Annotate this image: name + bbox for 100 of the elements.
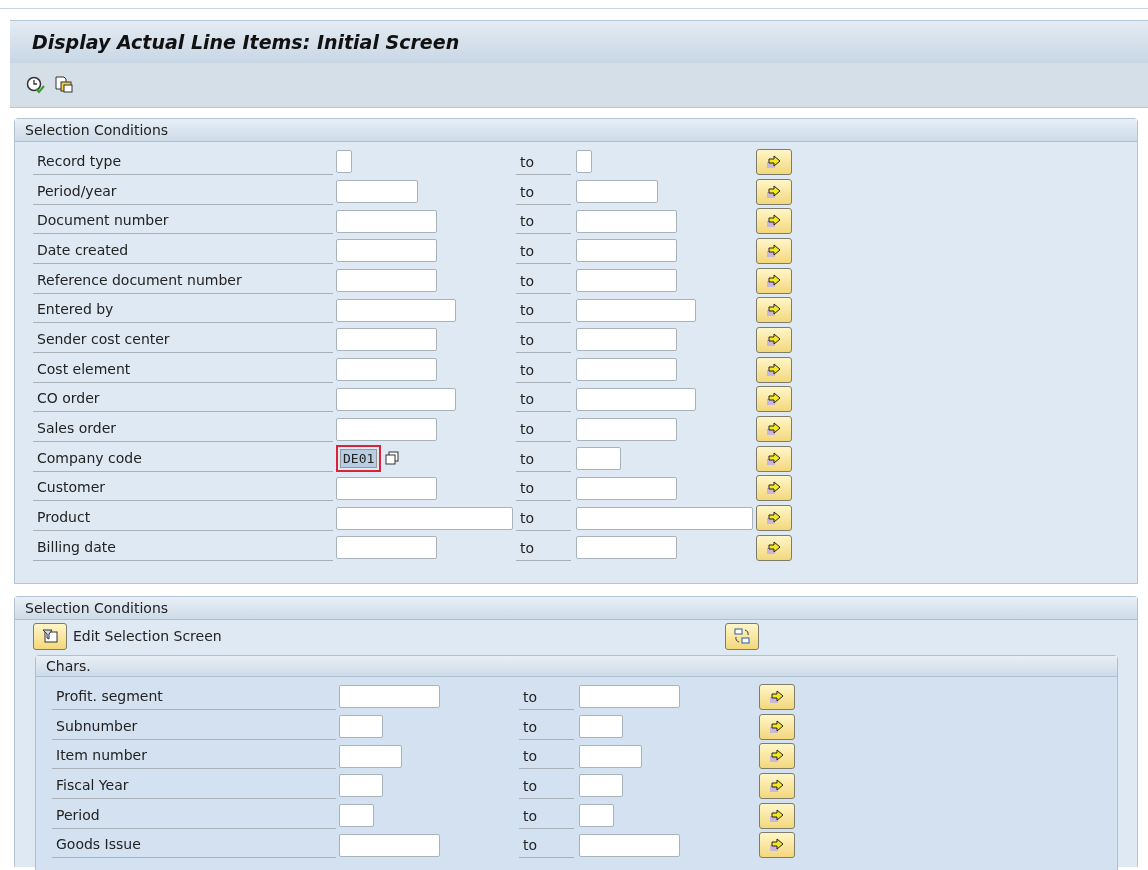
input-field[interactable] [336,239,437,263]
field-label: Period [52,802,336,829]
multiple-selection-button[interactable] [756,475,792,502]
multiple-selection-button[interactable] [756,208,792,235]
input-field[interactable] [576,447,621,471]
multiple-selection-button[interactable] [756,416,792,443]
to-label: to [516,208,571,235]
field-label: CO order [33,386,333,413]
arrow-icon [769,778,785,793]
input-field[interactable] [339,744,402,768]
input-field[interactable] [339,685,440,709]
input-field[interactable] [576,298,696,322]
documents-icon[interactable] [54,76,74,94]
to-label: to [516,237,571,264]
input-field[interactable] [336,180,418,204]
field-label: Customer [33,475,333,502]
multiple-selection-button[interactable] [756,237,792,264]
input-field[interactable] [576,536,677,560]
input-field[interactable] [336,358,437,382]
input-field[interactable] [336,269,437,293]
multiple-selection-button[interactable] [756,445,792,472]
input-field[interactable] [579,833,680,857]
multiple-selection-button[interactable] [759,832,795,859]
multiple-selection-button[interactable] [756,534,792,561]
to-label: to [519,832,574,859]
arrow-icon [766,481,782,496]
input-field[interactable] [576,417,677,441]
field-label: Subnumber [52,713,336,740]
input-field[interactable] [336,209,437,233]
input-field[interactable] [339,833,440,857]
input-field[interactable] [576,180,658,204]
input-field[interactable] [336,506,513,530]
multiple-selection-button[interactable] [759,683,795,710]
field-label: Document number [33,208,333,235]
toggle-layout-button[interactable] [725,622,759,650]
input-field[interactable] [576,476,677,500]
input-field[interactable] [579,804,614,828]
arrow-icon [766,184,782,199]
input-field[interactable] [576,209,677,233]
clock-check-icon[interactable] [26,76,46,94]
input-field[interactable] [336,328,437,352]
multiple-selection-button[interactable] [759,802,795,829]
input-field[interactable] [576,150,592,174]
input-field[interactable] [339,804,374,828]
arrow-icon [766,422,782,437]
multiple-selection-button[interactable] [759,713,795,740]
window-title: Display Actual Line Items: Initial Screen [32,31,460,53]
multiple-selection-button[interactable] [756,297,792,324]
field-label: Sender cost center [33,326,333,353]
edit-label: Edit Selection Screen [73,628,223,644]
field-label: Fiscal Year [52,772,336,799]
arrow-icon [769,719,785,734]
to-label: to [516,416,571,443]
input-field[interactable] [579,744,642,768]
input-field[interactable] [336,476,437,500]
input-field[interactable] [576,506,753,530]
multiple-selection-button[interactable] [756,386,792,413]
input-field[interactable] [576,328,677,352]
input-field[interactable] [336,298,456,322]
multiple-selection-button[interactable] [756,505,792,532]
field-label: Profit. segment [52,683,336,710]
funnel-icon [42,629,58,643]
multiple-selection-button[interactable] [756,326,792,353]
field-label: Entered by [33,297,333,324]
to-label: to [516,475,571,502]
input-field[interactable] [336,150,352,174]
edit-selection-screen-button[interactable] [33,622,67,650]
multiple-selection-button[interactable] [756,178,792,205]
field-label: Date created [33,237,333,264]
input-field[interactable] [579,774,623,798]
arrow-icon [766,511,782,526]
field-label: Goods Issue [52,832,336,859]
copy-icon[interactable] [383,449,402,468]
input-field[interactable] [336,417,437,441]
arrow-icon [769,749,785,764]
input-field[interactable] [576,387,696,411]
input-field[interactable] [579,685,680,709]
multiple-selection-button[interactable] [759,743,795,770]
input-field[interactable] [576,358,677,382]
input-field[interactable] [339,715,383,739]
input-field[interactable] [579,715,623,739]
arrow-icon [769,808,785,823]
arrow-icon [766,154,782,169]
arrow-icon [766,332,782,347]
section-header: Selection Conditions [15,119,1137,142]
input-field[interactable] [576,269,677,293]
multiple-selection-button[interactable] [756,267,792,294]
input-field[interactable] [336,387,456,411]
arrow-icon [769,689,785,704]
to-label: to [519,802,574,829]
multiple-selection-button[interactable] [759,772,795,799]
arrow-icon [766,243,782,258]
input-field[interactable]: DE01 [336,445,382,473]
input-field[interactable] [336,536,437,560]
multiple-selection-button[interactable] [756,356,792,383]
arrow-icon [769,838,785,853]
multiple-selection-button[interactable] [756,148,792,175]
input-field[interactable] [576,239,677,263]
field-label: Company code [33,445,333,472]
input-field[interactable] [339,774,383,798]
